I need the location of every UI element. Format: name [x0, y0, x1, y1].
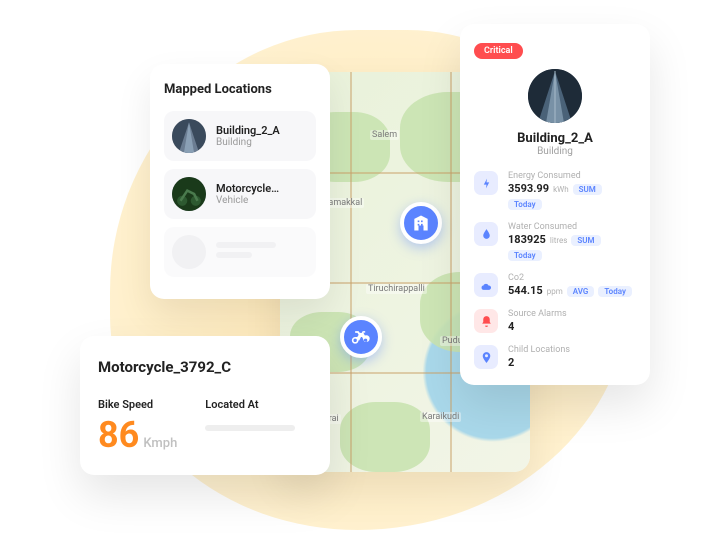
- water-icon: [474, 222, 498, 246]
- period-chip[interactable]: Today: [508, 250, 542, 261]
- period-chip[interactable]: Today: [598, 286, 632, 297]
- location-pin-icon: [474, 345, 498, 369]
- building-avatar: [528, 69, 582, 123]
- energy-icon: [474, 171, 498, 195]
- metric-co2: Co2 544.15 ppm AVG Today: [474, 273, 636, 297]
- location-item-placeholder: [164, 227, 316, 277]
- speed-label: Bike Speed: [98, 398, 177, 411]
- located-at-label: Located At: [205, 398, 295, 411]
- location-thumb-motorcycle: [172, 177, 206, 211]
- building-detail-card: Critical Building_2_A Building Energy Co…: [460, 24, 650, 385]
- motorcycle-title: Motorcycle_3792_C: [98, 358, 312, 376]
- status-badge-critical: Critical: [474, 43, 523, 59]
- metric-alarms: Source Alarms 4: [474, 309, 636, 333]
- detail-subtype: Building: [474, 146, 636, 157]
- map-pin-building[interactable]: [400, 202, 442, 244]
- speed-value: 86: [98, 414, 139, 456]
- speed-unit: Kmph: [143, 436, 177, 451]
- alarm-icon: [474, 309, 498, 333]
- mapped-locations-title: Mapped Locations: [164, 82, 316, 97]
- location-item-building[interactable]: Building_2_A Building: [164, 111, 316, 161]
- location-thumb-building: [172, 119, 206, 153]
- location-item-motorcycle[interactable]: Motorcycle… Vehicle: [164, 169, 316, 219]
- agg-chip[interactable]: SUM: [571, 235, 600, 246]
- metric-water: Water Consumed 183925 litres SUM Today: [474, 222, 636, 261]
- map-city-label: Karaikudi: [420, 412, 461, 422]
- map-city-label: Tiruchirappalli: [366, 284, 427, 294]
- location-name: Motorcycle…: [216, 182, 279, 195]
- location-type: Vehicle: [216, 195, 279, 206]
- motorcycle-card: Motorcycle_3792_C Bike Speed 86 Kmph Loca…: [80, 336, 330, 475]
- building-icon: [411, 213, 431, 233]
- metric-child-locations: Child Locations 2: [474, 345, 636, 369]
- agg-chip[interactable]: AVG: [567, 286, 595, 297]
- agg-chip[interactable]: SUM: [573, 184, 602, 195]
- detail-title: Building_2_A: [474, 131, 636, 146]
- metric-energy: Energy Consumed 3593.99 kWh SUM Today: [474, 171, 636, 210]
- map-city-label: Salem: [370, 130, 399, 140]
- located-at-placeholder: [205, 425, 295, 431]
- mapped-locations-card: Mapped Locations Building_2_A Building M…: [150, 64, 330, 299]
- co2-icon: [474, 273, 498, 297]
- location-name: Building_2_A: [216, 124, 280, 137]
- motorcycle-icon: [351, 327, 371, 347]
- map-pin-motorcycle[interactable]: [340, 316, 382, 358]
- location-type: Building: [216, 137, 280, 148]
- period-chip[interactable]: Today: [508, 199, 542, 210]
